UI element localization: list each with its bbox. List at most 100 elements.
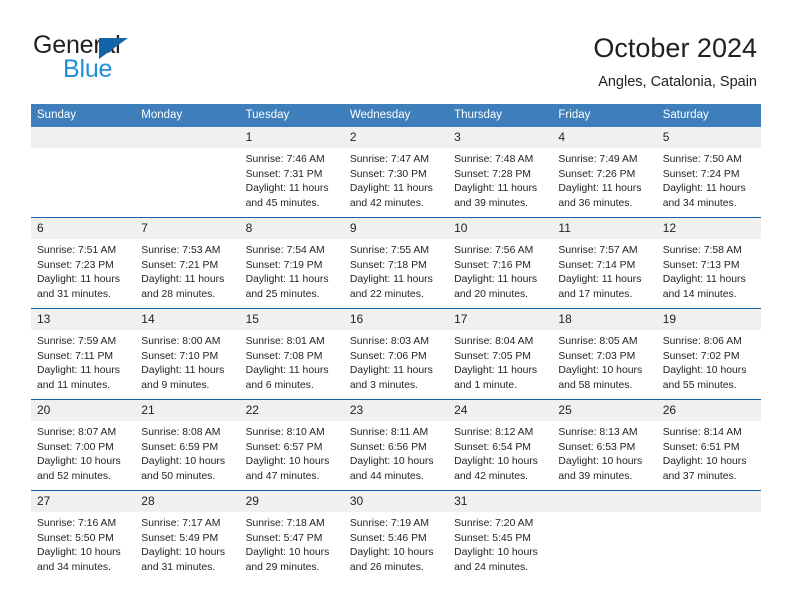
sunset-text: Sunset: 7:23 PM	[37, 259, 114, 271]
daylight-text-line2: and 6 minutes.	[245, 379, 314, 391]
day-number: 1	[239, 127, 344, 148]
day-number: 12	[656, 218, 761, 239]
sunset-text: Sunset: 7:05 PM	[454, 350, 531, 362]
day-cell[interactable]: 26 Sunrise: 8:14 AM Sunset: 6:51 PM Dayl…	[656, 399, 761, 491]
daylight-text-line1: Daylight: 11 hours	[349, 365, 433, 377]
day-info: Sunrise: 8:06 AM Sunset: 7:02 PM Dayligh…	[657, 330, 761, 393]
daylight-text-line1: Daylight: 11 hours	[349, 274, 433, 286]
daylight-text-line2: and 25 minutes.	[245, 288, 320, 300]
day-info: Sunrise: 7:47 AM Sunset: 7:30 PM Dayligh…	[344, 148, 448, 211]
sunrise-text: Sunrise: 8:04 AM	[454, 336, 534, 347]
day-cell[interactable]: 13 Sunrise: 7:59 AM Sunset: 7:11 PM Dayl…	[31, 308, 136, 400]
day-cell[interactable]: 18 Sunrise: 8:05 AM Sunset: 7:03 PM Dayl…	[552, 308, 657, 400]
day-cell[interactable]: 8 Sunrise: 7:54 AM Sunset: 7:19 PM Dayli…	[239, 217, 344, 309]
day-cell[interactable]: 24 Sunrise: 8:12 AM Sunset: 6:54 PM Dayl…	[448, 399, 553, 491]
sunset-text: Sunset: 5:49 PM	[141, 532, 219, 544]
sunset-text: Sunset: 7:16 PM	[454, 259, 531, 271]
day-cell[interactable]: 11 Sunrise: 7:57 AM Sunset: 7:14 PM Dayl…	[552, 217, 657, 309]
day-cell[interactable]: 14 Sunrise: 8:00 AM Sunset: 7:10 PM Dayl…	[135, 308, 240, 400]
daylight-text-line2: and 52 minutes.	[37, 470, 111, 482]
daylight-text-line2: and 34 minutes.	[37, 561, 111, 573]
day-info: Sunrise: 7:53 AM Sunset: 7:21 PM Dayligh…	[135, 239, 239, 302]
day-cell[interactable]: 17 Sunrise: 8:04 AM Sunset: 7:05 PM Dayl…	[448, 308, 553, 400]
day-cell[interactable]: 23 Sunrise: 8:11 AM Sunset: 6:56 PM Dayl…	[343, 399, 449, 491]
day-number: 27	[31, 491, 136, 512]
sunrise-text: Sunrise: 8:07 AM	[37, 427, 117, 438]
sunrise-text: Sunrise: 8:14 AM	[662, 427, 742, 438]
daylight-text-line1: Daylight: 10 hours	[558, 365, 643, 377]
day-number: 29	[239, 491, 344, 512]
day-cell[interactable]: 2 Sunrise: 7:47 AM Sunset: 7:30 PM Dayli…	[343, 127, 449, 218]
day-cell[interactable]: 28 Sunrise: 7:17 AM Sunset: 5:49 PM Dayl…	[135, 490, 240, 581]
daylight-text-line2: and 17 minutes.	[558, 288, 633, 300]
day-cell[interactable]: 5 Sunrise: 7:50 AM Sunset: 7:24 PM Dayli…	[656, 127, 761, 218]
sunset-text: Sunset: 6:56 PM	[349, 441, 427, 453]
day-info: Sunrise: 7:17 AM Sunset: 5:49 PM Dayligh…	[135, 512, 239, 575]
sunrise-text: Sunrise: 8:11 AM	[349, 427, 429, 438]
day-number	[656, 491, 761, 512]
day-cell[interactable]: 29 Sunrise: 7:18 AM Sunset: 5:47 PM Dayl…	[239, 490, 344, 581]
day-cell[interactable]: 19 Sunrise: 8:06 AM Sunset: 7:02 PM Dayl…	[656, 308, 761, 400]
daylight-text-line2: and 3 minutes.	[349, 379, 419, 391]
day-info: Sunrise: 8:11 AM Sunset: 6:56 PM Dayligh…	[344, 421, 448, 484]
sunrise-text: Sunrise: 7:49 AM	[558, 154, 638, 165]
day-cell[interactable]: 21 Sunrise: 8:08 AM Sunset: 6:59 PM Dayl…	[135, 399, 240, 491]
day-number: 18	[552, 309, 657, 330]
sunrise-text: Sunrise: 8:00 AM	[141, 336, 221, 347]
page-header: General Blue October 2024 Angles, Catalo…	[0, 0, 792, 104]
day-number: 24	[448, 400, 553, 421]
day-number: 22	[239, 400, 344, 421]
sunrise-text: Sunrise: 7:18 AM	[245, 518, 325, 529]
day-info: Sunrise: 8:08 AM Sunset: 6:59 PM Dayligh…	[135, 421, 239, 484]
day-cell[interactable]: 27 Sunrise: 7:16 AM Sunset: 5:50 PM Dayl…	[31, 490, 136, 581]
day-cell[interactable]: 20 Sunrise: 8:07 AM Sunset: 7:00 PM Dayl…	[31, 399, 136, 491]
day-cell[interactable]	[31, 127, 136, 218]
sunset-text: Sunset: 7:31 PM	[245, 168, 323, 180]
calendar-week-row: 1 Sunrise: 7:46 AM Sunset: 7:31 PM Dayli…	[31, 127, 761, 218]
day-number: 14	[135, 309, 240, 330]
sunset-text: Sunset: 7:28 PM	[454, 168, 531, 180]
day-number: 26	[656, 400, 761, 421]
brand-logo[interactable]: General Blue	[33, 31, 263, 91]
day-cell[interactable]: 1 Sunrise: 7:46 AM Sunset: 7:31 PM Dayli…	[239, 127, 344, 218]
day-info: Sunrise: 7:16 AM Sunset: 5:50 PM Dayligh…	[31, 512, 135, 575]
day-number: 6	[31, 218, 136, 239]
day-info: Sunrise: 7:58 AM Sunset: 7:13 PM Dayligh…	[657, 239, 761, 302]
day-info: Sunrise: 8:07 AM Sunset: 7:00 PM Dayligh…	[31, 421, 135, 484]
day-cell[interactable]	[656, 490, 761, 581]
daylight-text-line1: Daylight: 11 hours	[558, 183, 642, 195]
day-cell[interactable]: 7 Sunrise: 7:53 AM Sunset: 7:21 PM Dayli…	[135, 217, 240, 309]
day-number: 25	[552, 400, 657, 421]
day-cell[interactable]: 12 Sunrise: 7:58 AM Sunset: 7:13 PM Dayl…	[656, 217, 761, 309]
day-cell[interactable]: 31 Sunrise: 7:20 AM Sunset: 5:45 PM Dayl…	[448, 490, 553, 581]
day-cell[interactable]: 6 Sunrise: 7:51 AM Sunset: 7:23 PM Dayli…	[31, 217, 136, 309]
day-info: Sunrise: 7:54 AM Sunset: 7:19 PM Dayligh…	[240, 239, 344, 302]
sunset-text: Sunset: 7:00 PM	[37, 441, 114, 453]
day-cell[interactable]: 3 Sunrise: 7:48 AM Sunset: 7:28 PM Dayli…	[448, 127, 553, 218]
day-cell[interactable]: 22 Sunrise: 8:10 AM Sunset: 6:57 PM Dayl…	[239, 399, 344, 491]
daylight-text-line2: and 1 minute.	[454, 379, 518, 391]
day-cell[interactable]	[552, 490, 657, 581]
sunrise-text: Sunrise: 8:13 AM	[558, 427, 638, 438]
day-cell[interactable]	[135, 127, 240, 218]
daylight-text-line1: Daylight: 11 hours	[349, 183, 433, 195]
day-cell[interactable]: 9 Sunrise: 7:55 AM Sunset: 7:18 PM Dayli…	[343, 217, 449, 309]
daylight-text-line1: Daylight: 10 hours	[245, 547, 330, 559]
daylight-text-line2: and 20 minutes.	[454, 288, 529, 300]
sunrise-text: Sunrise: 8:03 AM	[349, 336, 429, 347]
day-cell[interactable]: 4 Sunrise: 7:49 AM Sunset: 7:26 PM Dayli…	[552, 127, 657, 218]
day-info	[552, 512, 656, 517]
daylight-text-line1: Daylight: 10 hours	[662, 456, 747, 468]
day-cell[interactable]: 30 Sunrise: 7:19 AM Sunset: 5:46 PM Dayl…	[343, 490, 449, 581]
day-info: Sunrise: 8:03 AM Sunset: 7:06 PM Dayligh…	[344, 330, 448, 393]
day-cell[interactable]: 25 Sunrise: 8:13 AM Sunset: 6:53 PM Dayl…	[552, 399, 657, 491]
sunrise-text: Sunrise: 7:48 AM	[454, 154, 534, 165]
day-number: 11	[552, 218, 657, 239]
day-number: 19	[656, 309, 761, 330]
daylight-text-line2: and 22 minutes.	[349, 288, 424, 300]
day-cell[interactable]: 15 Sunrise: 8:01 AM Sunset: 7:08 PM Dayl…	[239, 308, 344, 400]
day-cell[interactable]: 16 Sunrise: 8:03 AM Sunset: 7:06 PM Dayl…	[343, 308, 449, 400]
day-cell[interactable]: 10 Sunrise: 7:56 AM Sunset: 7:16 PM Dayl…	[448, 217, 553, 309]
sunset-text: Sunset: 6:51 PM	[662, 441, 740, 453]
daylight-text-line1: Daylight: 11 hours	[558, 274, 642, 286]
